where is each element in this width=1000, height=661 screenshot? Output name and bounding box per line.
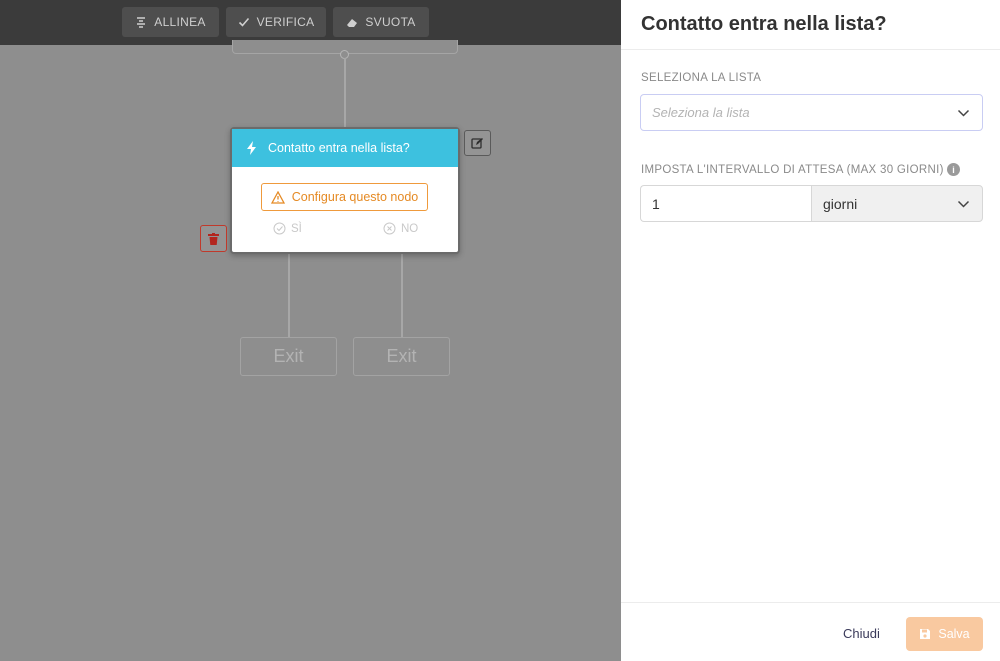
align-label: ALLINEA xyxy=(154,15,206,29)
verify-button[interactable]: VERIFICA xyxy=(226,7,326,37)
edit-node-button[interactable] xyxy=(464,130,491,156)
configure-label: Configura questo nodo xyxy=(291,190,419,204)
flow-canvas[interactable]: ALLINEA VERIFICA SVUOTA Contatto entra n… xyxy=(0,0,621,661)
align-center-icon xyxy=(137,17,146,28)
node-header: Contatto entra nella lista? xyxy=(232,129,458,167)
trash-icon xyxy=(208,232,219,245)
node-title: Contatto entra nella lista? xyxy=(268,141,410,155)
connector-line xyxy=(344,58,346,128)
panel-title: Contatto entra nella lista? xyxy=(641,13,887,35)
verify-label: VERIFICA xyxy=(256,15,315,29)
clear-label: SVUOTA xyxy=(365,15,416,29)
chevron-down-icon xyxy=(957,200,970,208)
align-button[interactable]: ALLINEA xyxy=(122,7,219,37)
save-label: Salva xyxy=(938,627,970,641)
interval-unit-select[interactable]: giorni xyxy=(811,185,983,222)
panel-footer: Chiudi Salva xyxy=(621,602,1000,661)
eraser-icon xyxy=(347,19,358,27)
list-select[interactable]: Seleziona la lista xyxy=(640,94,983,131)
canvas-toolbar: ALLINEA VERIFICA SVUOTA xyxy=(0,0,621,45)
condition-node[interactable]: Contatto entra nella lista? Configura qu… xyxy=(230,127,460,254)
configure-node-button[interactable]: Configura questo nodo xyxy=(261,183,428,211)
yes-label: SÌ xyxy=(291,222,302,235)
list-field-label: SELEZIONA LA LISTA xyxy=(641,72,762,84)
node-settings-panel: Contatto entra nella lista? SELEZIONA LA… xyxy=(621,0,1000,661)
check-icon xyxy=(238,17,249,27)
x-circle-icon xyxy=(383,222,396,235)
info-icon[interactable]: i xyxy=(947,163,960,176)
interval-unit-value: giorni xyxy=(823,195,858,212)
exit-node-no[interactable]: Exit xyxy=(353,337,450,376)
chevron-down-icon xyxy=(957,109,970,117)
panel-header: Contatto entra nella lista? xyxy=(621,0,1000,50)
interval-field-label: IMPOSTA L'INTERVALLO DI ATTESA (MAX 30 G… xyxy=(641,164,944,176)
floppy-icon xyxy=(920,629,931,639)
clear-button[interactable]: SVUOTA xyxy=(333,7,429,37)
interval-value-input[interactable]: 1 xyxy=(640,185,812,222)
delete-node-button[interactable] xyxy=(200,225,227,252)
connector-line-yes xyxy=(288,254,290,337)
connector-line-no xyxy=(401,254,403,337)
list-select-placeholder: Seleziona la lista xyxy=(652,105,750,120)
lightning-icon xyxy=(247,141,256,155)
branch-no: NO xyxy=(383,222,418,235)
save-button[interactable]: Salva xyxy=(906,617,983,651)
check-circle-icon xyxy=(273,222,286,235)
branch-yes: SÌ xyxy=(273,222,302,235)
exit-node-yes[interactable]: Exit xyxy=(240,337,337,376)
close-button[interactable]: Chiudi xyxy=(843,626,880,641)
edit-icon xyxy=(471,137,483,149)
warning-triangle-icon xyxy=(270,190,285,204)
no-label: NO xyxy=(401,222,419,235)
